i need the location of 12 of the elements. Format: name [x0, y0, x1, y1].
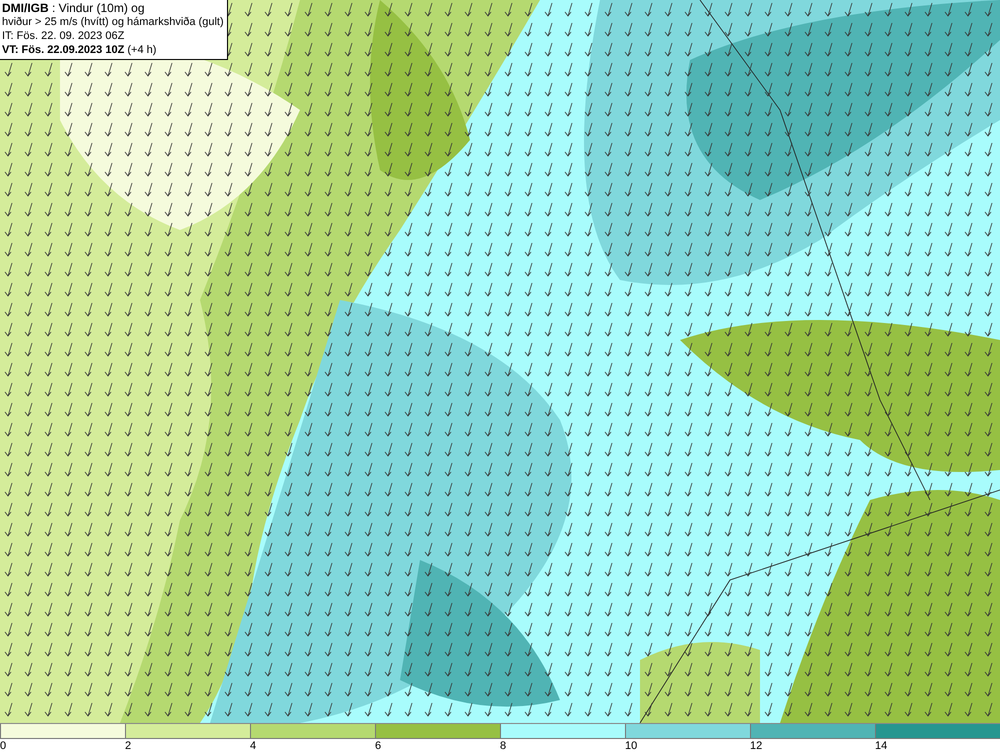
- info-text: hviður > 25 m/s (hvítt) og hámarkshviða (gult): [2, 15, 224, 29]
- info-text: VT: Fös. 22.09.2023 10Z (+4 h): [2, 43, 158, 57]
- legend-tick-label: 8: [500, 739, 506, 753]
- legend-tick-label: 4: [250, 739, 256, 753]
- info-text: DMI/IGB : Vindur (10m) og: [2, 1, 146, 15]
- legend-tick-label: 14: [875, 739, 888, 753]
- legend-tick-label: 2: [125, 739, 132, 753]
- legend-tick-label: 12: [750, 739, 762, 753]
- legend-tick-label: 0: [0, 739, 6, 753]
- legend-tick-label: 10: [625, 739, 638, 753]
- legend-tick-label: 6: [375, 739, 382, 753]
- info-text: IT: Fös. 22. 09. 2023 06Z: [2, 29, 126, 43]
